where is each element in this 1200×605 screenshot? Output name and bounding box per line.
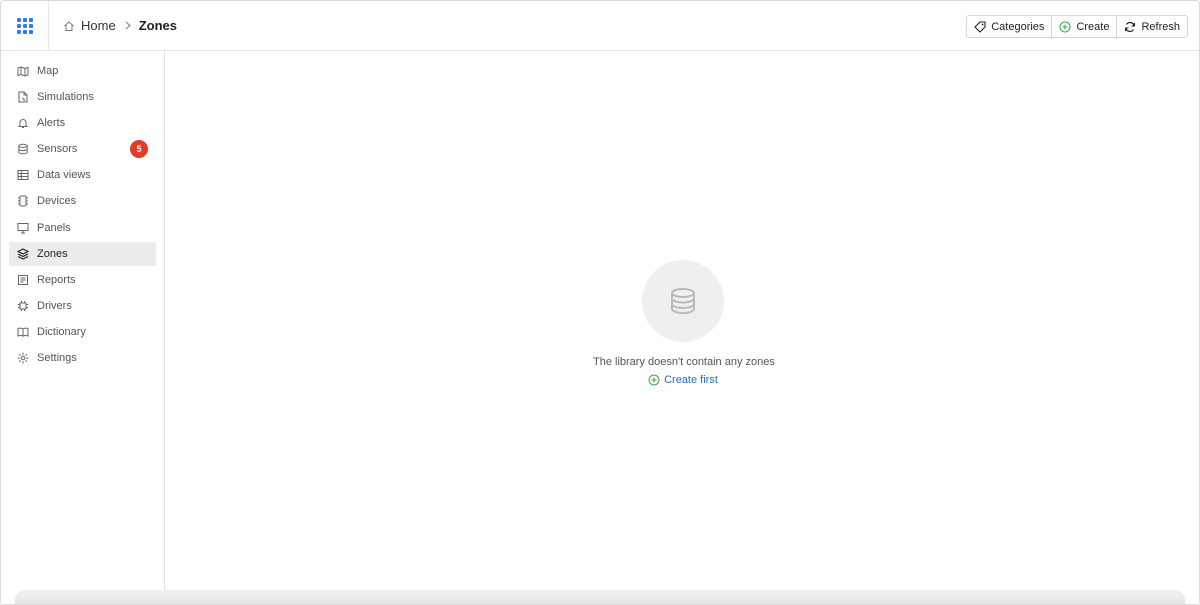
map-icon [17,65,29,77]
gear-icon [17,352,29,364]
sidebar-item-zones[interactable]: Zones [9,241,156,266]
sidebar-item-label: Data views [37,169,91,182]
categories-button[interactable]: Categories [966,15,1053,38]
sidebar-item-drivers[interactable]: Drivers [9,294,156,318]
sidebar-item-sensors[interactable]: Sensors 5 [9,137,156,161]
sidebar-item-settings[interactable]: Settings [9,346,156,370]
create-first-label: Create first [664,374,718,386]
plus-circle-icon [648,374,660,386]
sidebar-item-label: Simulations [37,91,94,104]
app-window: Home Zones Categories Create Refresh Map… [0,0,1200,605]
empty-state-message: The library doesn't contain any zones [593,356,775,368]
refresh-button[interactable]: Refresh [1116,15,1188,38]
create-button[interactable]: Create [1051,15,1118,38]
empty-state-illustration [642,260,724,342]
refresh-label: Refresh [1141,20,1180,33]
tag-icon [974,20,986,33]
sidebar-item-devices[interactable]: Devices [9,189,156,213]
toolbar: Categories Create Refresh [966,15,1188,38]
sidebar-item-label: Drivers [37,299,72,312]
breadcrumb-home[interactable]: Home [63,18,116,33]
sensors-count-badge: 5 [130,140,148,159]
sidebar-item-alerts[interactable]: Alerts [9,111,156,135]
chip-icon [17,300,29,312]
sidebar-item-label: Settings [37,352,77,365]
sidebar-item-map[interactable]: Map [9,59,156,83]
report-icon [17,274,29,286]
database-icon [671,288,695,314]
sidebar-item-reports[interactable]: Reports [9,268,156,292]
create-label: Create [1076,20,1110,33]
simulations-icon [17,91,29,103]
sidebar-item-label: Alerts [37,117,66,130]
database-icon [17,143,29,155]
categories-label: Categories [991,20,1045,33]
sidebar-item-label: Panels [37,221,71,234]
device-icon [17,195,29,207]
bell-icon [17,117,29,129]
sidebar: Map Simulations Alerts Sensors 5 Data vi… [1,51,165,604]
refresh-icon [1125,21,1136,32]
sidebar-item-label: Zones [37,247,68,260]
sidebar-item-label: Map [37,65,59,77]
top-bar: Home Zones Categories Create Refresh [1,1,1199,51]
home-icon [64,20,74,31]
sidebar-item-label: Dictionary [37,325,86,338]
apps-grid-icon [16,17,33,34]
sidebar-item-simulations[interactable]: Simulations [9,85,156,109]
create-first-link[interactable]: Create first [648,374,718,386]
main-content: The library doesn't contain any zones Cr… [165,51,1199,604]
monitor-icon [17,222,29,234]
page-title: Zones [138,18,177,33]
sidebar-item-data-views[interactable]: Data views [9,163,156,187]
table-icon [17,169,29,181]
book-icon [17,326,29,338]
sidebar-item-dictionary[interactable]: Dictionary [9,320,156,344]
breadcrumb: Home Zones [63,18,177,33]
layers-icon [17,247,29,260]
sidebar-item-label: Reports [37,273,76,286]
breadcrumb-home-label: Home [81,18,116,33]
plus-circle-icon [1059,21,1071,32]
apps-menu-button[interactable] [1,1,49,51]
chevron-right-icon [125,21,131,30]
bottom-edge [15,590,1185,604]
sidebar-item-label: Sensors [37,143,78,156]
empty-state: The library doesn't contain any zones Cr… [593,260,775,391]
sidebar-item-label: Devices [37,195,77,208]
sidebar-item-panels[interactable]: Panels [9,216,156,240]
